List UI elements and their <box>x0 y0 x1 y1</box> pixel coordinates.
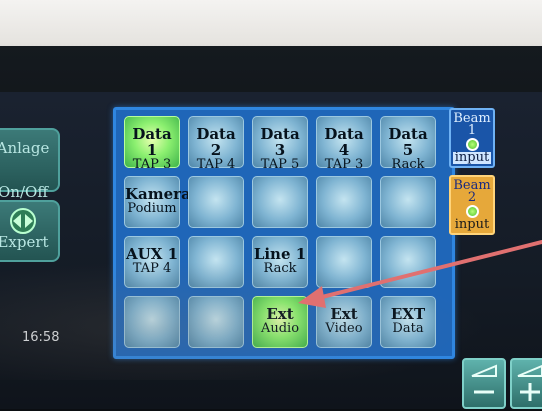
tile-label: Ext <box>266 305 294 323</box>
matrix-tile-r2-c4[interactable] <box>316 176 372 228</box>
matrix-tile-r4-c2[interactable] <box>188 296 244 348</box>
tile-sublabel: Audio <box>260 321 300 336</box>
beam-1-number: 1 <box>467 123 477 138</box>
left-right-arrows-icon <box>10 208 36 234</box>
tile-sublabel: TAP 4 <box>196 157 236 172</box>
beam-2-input-button[interactable]: Beam 2 input <box>449 175 495 235</box>
tile-sublabel: TAP 3 <box>132 157 172 172</box>
matrix-tile-r4-c3[interactable]: Ext Audio <box>252 296 308 348</box>
anlage-label: Anlage <box>0 139 50 157</box>
matrix-tile-r1-c2[interactable]: Data 2 TAP 4 <box>188 116 244 172</box>
tile-sublabel: Podium <box>127 201 177 216</box>
matrix-tile-r3-c3[interactable]: Line 1 Rack <box>252 236 308 288</box>
matrix-tile-r1-c5[interactable]: Data 5 Rack <box>380 116 436 172</box>
matrix-tile-r2-c2[interactable] <box>188 176 244 228</box>
tile-label: Ext <box>330 305 358 323</box>
matrix-tile-r4-c1[interactable] <box>124 296 180 348</box>
on-off-label: On/Off <box>0 183 48 201</box>
tile-sublabel: TAP 5 <box>260 157 300 172</box>
tile-label: Data 2 <box>196 125 236 159</box>
matrix-tile-r2-c3[interactable] <box>252 176 308 228</box>
matrix-tile-r1-c1[interactable]: Data 1 TAP 3 <box>124 116 180 172</box>
volume-down-icon <box>471 364 497 394</box>
volume-up-button[interactable] <box>510 358 542 409</box>
matrix-tile-r1-c3[interactable]: Data 3 TAP 5 <box>252 116 308 172</box>
matrix-tile-r3-c2[interactable] <box>188 236 244 288</box>
routing-matrix-panel: Data 1 TAP 3 Data 2 TAP 4 Data 3 TAP 5 Data 4T… <box>113 107 455 359</box>
tile-sublabel: Rack <box>263 261 297 276</box>
tile-label: EXT <box>390 305 426 323</box>
matrix-tile-r4-c4[interactable]: Ext Video <box>316 296 372 348</box>
matrix-tile-r4-c5[interactable]: EXT Data <box>380 296 436 348</box>
matrix-tile-r3-c5[interactable] <box>380 236 436 288</box>
matrix-tile-r2-c5[interactable] <box>380 176 436 228</box>
tile-sublabel: TAP 4 <box>132 261 172 276</box>
volume-down-button[interactable] <box>462 358 506 409</box>
matrix-tile-r2-c1[interactable]: Kamera Podium <box>124 176 191 228</box>
tile-sublabel: Video <box>325 321 363 336</box>
tile-label: Data 1 <box>132 125 172 159</box>
tile-label: Data 4 <box>324 125 364 159</box>
tile-sublabel: Data <box>392 321 424 336</box>
beam-1-input-button[interactable]: Beam 1 input <box>449 108 495 168</box>
tile-label: Kamera <box>125 185 191 203</box>
tile-label: AUX 1 <box>125 245 179 263</box>
tile-sublabel: TAP 3 <box>324 157 364 172</box>
expert-label: Expert <box>0 233 49 251</box>
matrix-tile-r3-c4[interactable] <box>316 236 372 288</box>
tile-label: Data 3 <box>260 125 300 159</box>
expert-button[interactable]: Expert <box>0 200 60 262</box>
clock: 16:58 <box>22 330 60 345</box>
tile-sublabel: Rack <box>391 157 425 172</box>
matrix-tile-r3-c1[interactable]: AUX 1 TAP 4 <box>124 236 180 288</box>
matrix-tile-r1-c4[interactable]: Data 4 TAP 3 <box>316 116 372 172</box>
anlage-on-off-button[interactable]: Anlage On/Off <box>0 128 60 201</box>
tile-label: Line 1 <box>253 245 307 263</box>
beam-2-input-label: input <box>454 217 490 232</box>
beam-1-input-label: input <box>452 150 492 165</box>
volume-up-icon <box>517 364 542 401</box>
beam-2-number: 2 <box>467 190 477 205</box>
tile-label: Data 5 <box>388 125 428 159</box>
